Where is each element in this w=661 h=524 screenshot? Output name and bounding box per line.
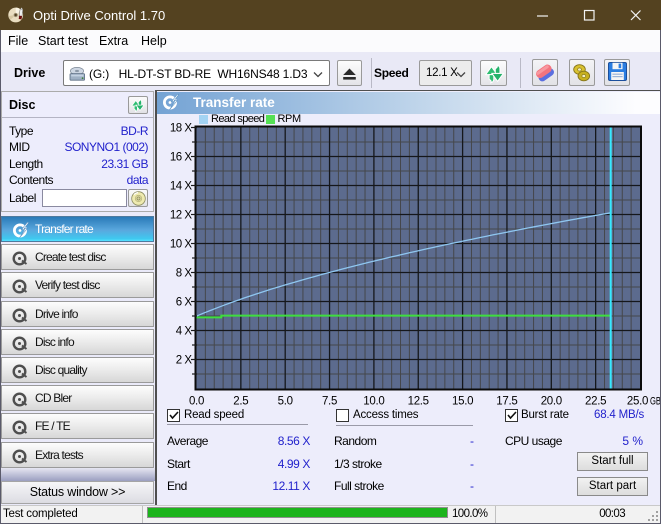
svg-text:18 X: 18 X — [170, 123, 192, 135]
svg-text:5.0: 5.0 — [278, 396, 293, 408]
svg-text:20.0: 20.0 — [541, 396, 562, 408]
svg-text:14 X: 14 X — [170, 181, 192, 193]
svg-text:10.0: 10.0 — [363, 396, 384, 408]
svg-text:12.5: 12.5 — [408, 396, 429, 408]
svg-text:2.5: 2.5 — [233, 396, 248, 408]
svg-text:2 X: 2 X — [176, 355, 193, 367]
svg-text:16 X: 16 X — [170, 152, 192, 164]
svg-text:25.0: 25.0 — [627, 396, 648, 408]
svg-text:15.0: 15.0 — [452, 396, 473, 408]
svg-text:8 X: 8 X — [176, 268, 193, 280]
svg-text:6 X: 6 X — [176, 297, 193, 309]
svg-text:17.5: 17.5 — [496, 396, 517, 408]
svg-text:0.0: 0.0 — [189, 396, 204, 408]
svg-text:22.5: 22.5 — [585, 396, 606, 408]
svg-text:4 X: 4 X — [176, 326, 193, 338]
svg-text:10 X: 10 X — [170, 239, 192, 251]
svg-text:12 X: 12 X — [170, 210, 192, 222]
svg-text:7.5: 7.5 — [322, 396, 337, 408]
